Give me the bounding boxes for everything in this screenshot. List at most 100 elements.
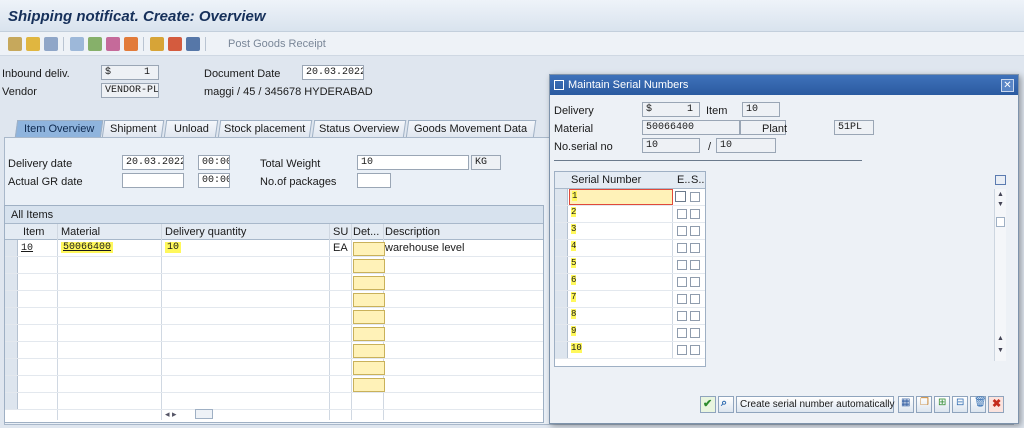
serial-number-input[interactable]: 2 (569, 206, 673, 222)
table-row[interactable] (5, 257, 543, 274)
scroll-down-icon[interactable]: ▼ (997, 347, 1004, 354)
dlg-material-field[interactable]: 50066400 (642, 120, 740, 135)
serial-row[interactable]: 2 (555, 206, 705, 223)
col-delivery-quantity[interactable]: Delivery quantity (165, 226, 246, 238)
insert-row-icon[interactable]: ⊞ (934, 396, 950, 413)
details-cell[interactable] (353, 276, 385, 290)
serial-number-input[interactable]: 6 (569, 274, 673, 290)
status-checkbox[interactable] (690, 192, 700, 202)
search-icon[interactable]: ⌕ (718, 396, 734, 413)
horizontal-scroll-thumb[interactable] (195, 409, 213, 419)
serial-number-input[interactable]: 7 (569, 291, 673, 307)
serial-row[interactable]: 6 (555, 274, 705, 291)
partner-icon[interactable] (88, 37, 102, 51)
serial-numbers-icon[interactable] (168, 37, 182, 51)
inbound-deliv-field[interactable]: $ 1 (101, 65, 159, 80)
vertical-scrollbar[interactable]: ▲ ▼ ▲ ▼ (994, 189, 1006, 361)
print-icon[interactable] (106, 37, 120, 51)
details-cell[interactable] (353, 259, 385, 273)
cancel-icon[interactable]: ✖ (988, 396, 1004, 413)
details-cell[interactable] (353, 310, 385, 324)
status-checkbox[interactable] (690, 328, 700, 338)
serial-row[interactable]: 10 (555, 342, 705, 359)
scroll-thumb[interactable] (996, 217, 1005, 227)
details-cell[interactable] (353, 293, 385, 307)
dlg-no-serial-field[interactable]: 10 (642, 138, 700, 153)
scroll-up-icon[interactable]: ▲ (997, 191, 1004, 198)
actual-gr-time-field[interactable]: 00:00 (198, 173, 230, 188)
status-checkbox[interactable] (690, 226, 700, 236)
details-cell[interactable] (353, 242, 385, 256)
delivery-date-field[interactable]: 20.03.2022 (122, 155, 184, 170)
col-material[interactable]: Material (61, 226, 100, 238)
status-checkbox[interactable] (690, 260, 700, 270)
copy-icon[interactable]: ❐ (916, 396, 932, 413)
tab-shipment[interactable]: Shipment (101, 120, 165, 138)
batch-icon[interactable] (150, 37, 164, 51)
column-settings-icon[interactable] (995, 175, 1006, 185)
dlg-item-field[interactable]: 10 (742, 102, 780, 117)
equipment-checkbox[interactable] (677, 260, 687, 270)
delivery-quantity[interactable]: 10 (165, 242, 182, 253)
messages-icon[interactable] (124, 37, 138, 51)
serial-row[interactable]: 7 (555, 291, 705, 308)
dlg-plant-field[interactable]: 51PL (834, 120, 874, 135)
table-row[interactable] (5, 274, 543, 291)
status-checkbox[interactable] (690, 243, 700, 253)
table-row[interactable] (5, 291, 543, 308)
tab-status-overview[interactable]: Status Overview (311, 120, 407, 138)
col-description[interactable]: Description (385, 226, 440, 238)
equipment-checkbox[interactable] (677, 209, 687, 219)
equipment-checkbox[interactable] (677, 294, 687, 304)
confirm-icon[interactable]: ✔ (700, 396, 716, 413)
close-icon[interactable]: ✕ (1001, 79, 1014, 92)
create-serial-auto-button[interactable]: Create serial number automatically (736, 396, 895, 413)
table-row[interactable] (5, 308, 543, 325)
col-item[interactable]: Item (23, 226, 44, 238)
document-date-field[interactable]: 20.03.2022 (302, 65, 364, 80)
dlg-no-serial-total[interactable]: 10 (716, 138, 776, 153)
details-cell[interactable] (353, 344, 385, 358)
equipment-checkbox[interactable] (677, 345, 687, 355)
delivery-time-field[interactable]: 00:00 (198, 155, 230, 170)
details-cell[interactable] (353, 327, 385, 341)
weight-unit-field[interactable]: KG (471, 155, 501, 170)
table-row[interactable] (5, 325, 543, 342)
status-checkbox[interactable] (690, 277, 700, 287)
scroll-down-icon[interactable]: ▼ (997, 201, 1004, 208)
details-icon[interactable] (186, 37, 200, 51)
table-row[interactable] (5, 359, 543, 376)
material-number[interactable]: 50066400 (61, 242, 114, 253)
copy-icon[interactable] (675, 191, 686, 202)
header-icon[interactable] (70, 37, 84, 51)
actual-gr-date-field[interactable] (122, 173, 184, 188)
append-row-icon[interactable]: ⊟ (952, 396, 968, 413)
col-equipment[interactable]: E.. (677, 174, 690, 186)
post-goods-receipt-button[interactable]: Post Goods Receipt (228, 38, 326, 50)
table-row[interactable] (5, 376, 543, 393)
scroll-arrows-icon[interactable]: ◂ ▸ (165, 409, 177, 420)
tab-stock-placement[interactable]: Stock placement (217, 120, 313, 138)
serial-row[interactable]: 3 (555, 223, 705, 240)
status-checkbox[interactable] (690, 311, 700, 321)
serial-row[interactable]: 5 (555, 257, 705, 274)
table-row[interactable] (5, 342, 543, 359)
tab-goods-movement-data[interactable]: Goods Movement Data (405, 120, 537, 138)
table-row[interactable] (5, 393, 543, 410)
delete-icon[interactable] (44, 37, 58, 51)
table-row[interactable]: 10 50066400 10 EA warehouse level (5, 240, 543, 257)
serial-number-input[interactable]: 9 (569, 325, 673, 341)
equipment-checkbox[interactable] (677, 277, 687, 287)
serial-number-input[interactable]: 4 (569, 240, 673, 256)
tab-unload[interactable]: Unload (163, 120, 219, 138)
scroll-up-icon[interactable]: ▲ (997, 335, 1004, 342)
serial-number-input[interactable]: 3 (569, 223, 673, 239)
serial-row[interactable]: 1 (555, 189, 705, 206)
table-icon[interactable]: ▦ (898, 396, 914, 413)
serial-number-input[interactable]: 8 (569, 308, 673, 324)
tab-item-overview[interactable]: Item Overview (14, 120, 104, 138)
serial-number-input[interactable]: 1 (569, 189, 673, 205)
display-change-icon[interactable] (8, 37, 22, 51)
row-selector[interactable] (5, 240, 18, 256)
total-weight-field[interactable]: 10 (357, 155, 469, 170)
